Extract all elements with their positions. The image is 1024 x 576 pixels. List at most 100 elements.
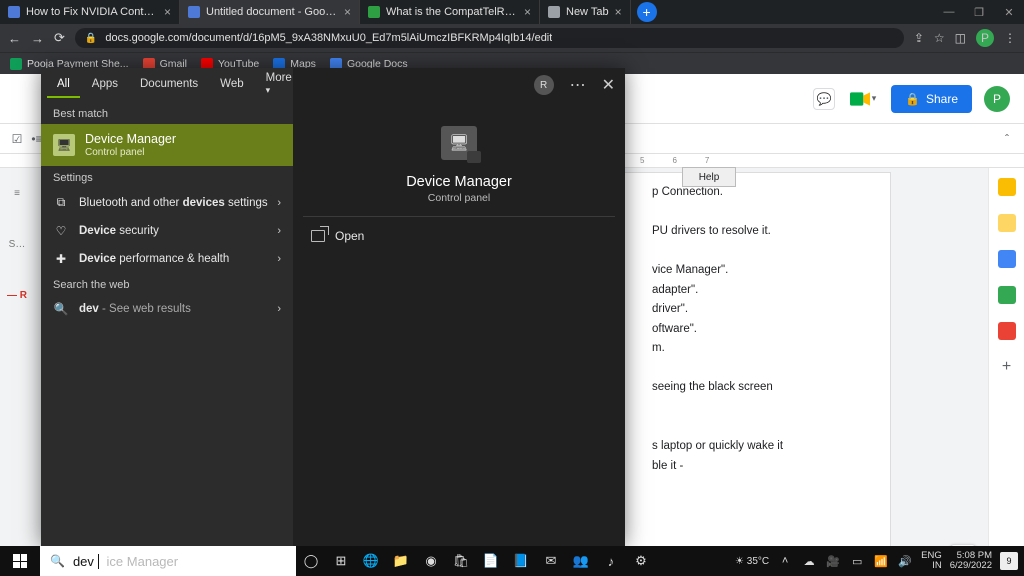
browser-tab[interactable]: What is the CompatTelRunner - C × [360,0,540,24]
bookmark-star-icon[interactable]: ☆ [934,31,945,45]
account-badge[interactable]: R [534,75,554,95]
settings-result[interactable]: ♡ Device security › [41,217,293,245]
explorer-icon[interactable]: 📁 [386,546,416,576]
clock[interactable]: 5:08 PM6/29/2022 [950,551,992,571]
profile-avatar[interactable]: P [976,29,994,47]
more-icon[interactable]: ⋯ [570,75,586,95]
word-icon[interactable]: 📘 [506,546,536,576]
start-button[interactable] [0,546,40,576]
comments-button[interactable]: 💬 [813,88,835,110]
browser-tab[interactable]: How to Fix NVIDIA Control Panel × [0,0,180,24]
summary-icon[interactable]: S… [9,239,26,250]
restore-button[interactable]: ❐ [964,0,994,24]
close-icon[interactable]: ✕ [602,75,615,95]
chevron-right-icon: › [277,225,281,237]
weather-widget[interactable]: ☀ 35°C [735,556,769,567]
wifi-icon[interactable]: 📶 [873,553,889,569]
filter-tab-web[interactable]: Web [210,72,253,98]
chrome-menu-icon[interactable]: ⋮ [1004,31,1016,45]
settings-result[interactable]: ⧉ Bluetooth and other devices settings › [41,188,293,217]
close-icon[interactable]: × [344,5,351,19]
calendar-icon[interactable] [998,178,1016,196]
result-text: Device security [79,225,159,237]
tab-title: How to Fix NVIDIA Control Panel [26,6,158,18]
tab-label: Web [220,78,243,90]
volume-icon[interactable]: 🔊 [897,553,913,569]
help-button[interactable]: Help [682,167,736,187]
meet-button[interactable]: ▾ [847,86,879,112]
preview-header: R ⋯ ✕ [293,68,625,102]
outline-toggle-icon[interactable]: ≡ [14,188,20,199]
search-icon: 🔍 [50,554,65,568]
checklist-icon[interactable]: ☑ [8,130,26,148]
browser-tab[interactable]: Untitled document - Google Docs × [180,0,360,24]
reload-button[interactable]: ⟳ [54,30,65,46]
start-results-pane: All Apps Documents Web More ▾ Best match… [41,68,293,546]
chevron-right-icon: › [277,197,281,209]
share-icon[interactable]: ⇪ [914,31,924,45]
office-icon[interactable]: 📄 [476,546,506,576]
preview-title: Device Manager [406,174,512,190]
filter-tab-all[interactable]: All [47,72,80,98]
tray-chevron-icon[interactable]: ˄ [777,553,793,569]
new-tab-button[interactable]: + [637,2,657,22]
browser-tab[interactable]: New Tab × [540,0,631,24]
edge-icon[interactable]: 🌐 [356,546,386,576]
settings-result[interactable]: ✚ Device performance & health › [41,245,293,273]
action-center-icon[interactable]: 9 [1000,552,1018,570]
extension-area: ⇪ ☆ ◫ P ⋮ [914,29,1016,47]
hide-menus-icon[interactable]: ˆ [998,130,1016,148]
favicon-icon [8,6,20,18]
minimize-button[interactable]: — [934,0,964,24]
add-on-plus-icon[interactable]: + [1002,358,1011,376]
taskbar-pinned: ◯ ⊞ 🌐 📁 ◉ 🛍 📄 📘 ✉ 👥 ♪ ⚙ [296,546,656,576]
filter-tab-documents[interactable]: Documents [130,72,208,98]
language-indicator[interactable]: ENGIN [921,551,942,571]
filter-tab-apps[interactable]: Apps [82,72,128,98]
device-manager-icon: 🖥 [53,134,75,156]
spotify-icon[interactable]: ♪ [596,546,626,576]
tab-label: More [266,72,292,84]
revision-icon[interactable]: — R [7,290,27,301]
store-icon[interactable]: 🛍 [446,546,476,576]
tasks-icon[interactable] [998,250,1016,268]
search-typed-text: dev [73,554,99,569]
close-window-button[interactable]: ✕ [994,0,1024,24]
teams-icon[interactable]: 👥 [566,546,596,576]
chevron-down-icon: ▾ [266,85,271,95]
share-button[interactable]: 🔒 Share [891,85,972,113]
bluetooth-icon: ⧉ [53,195,69,210]
chevron-right-icon: › [277,253,281,265]
start-filter-tabs: All Apps Documents Web More ▾ [41,68,293,102]
close-icon[interactable]: × [615,5,622,19]
forward-button[interactable]: → [31,31,44,46]
task-view-icon[interactable]: ⊞ [326,546,356,576]
back-button[interactable]: ← [8,31,21,46]
meet-now-icon[interactable]: 🎥 [825,553,841,569]
settings-icon[interactable]: ⚙ [626,546,656,576]
taskbar-search-input[interactable]: 🔍 dev ice Manager [40,546,296,576]
mail-icon[interactable]: ✉ [536,546,566,576]
result-title: Device Manager [85,132,176,146]
address-bar[interactable]: 🔒 docs.google.com/document/d/16pM5_9xA38… [75,28,904,48]
contacts-icon[interactable] [998,286,1016,304]
extension-icon[interactable]: ◫ [955,31,966,45]
web-result[interactable]: 🔍 dev - See web results › [41,295,293,323]
close-icon[interactable]: × [524,5,531,19]
bookmark-icon [10,58,22,70]
onedrive-icon[interactable]: ☁ [801,553,817,569]
cortana-icon[interactable]: ◯ [296,546,326,576]
close-icon[interactable]: × [164,5,171,19]
share-label: Share [926,92,958,106]
open-action[interactable]: Open [293,217,625,255]
url-text: docs.google.com/document/d/16pM5_9xA38NM… [105,32,552,44]
meet-icon [850,92,870,106]
windows-logo-icon [13,554,27,568]
keep-icon[interactable] [998,214,1016,232]
account-avatar[interactable]: P [984,86,1010,112]
best-match-result[interactable]: 🖥 Device Manager Control panel [41,124,293,166]
start-menu: All Apps Documents Web More ▾ Best match… [41,68,625,546]
chrome-icon[interactable]: ◉ [416,546,446,576]
battery-icon[interactable]: ▭ [849,553,865,569]
maps-icon[interactable] [998,322,1016,340]
